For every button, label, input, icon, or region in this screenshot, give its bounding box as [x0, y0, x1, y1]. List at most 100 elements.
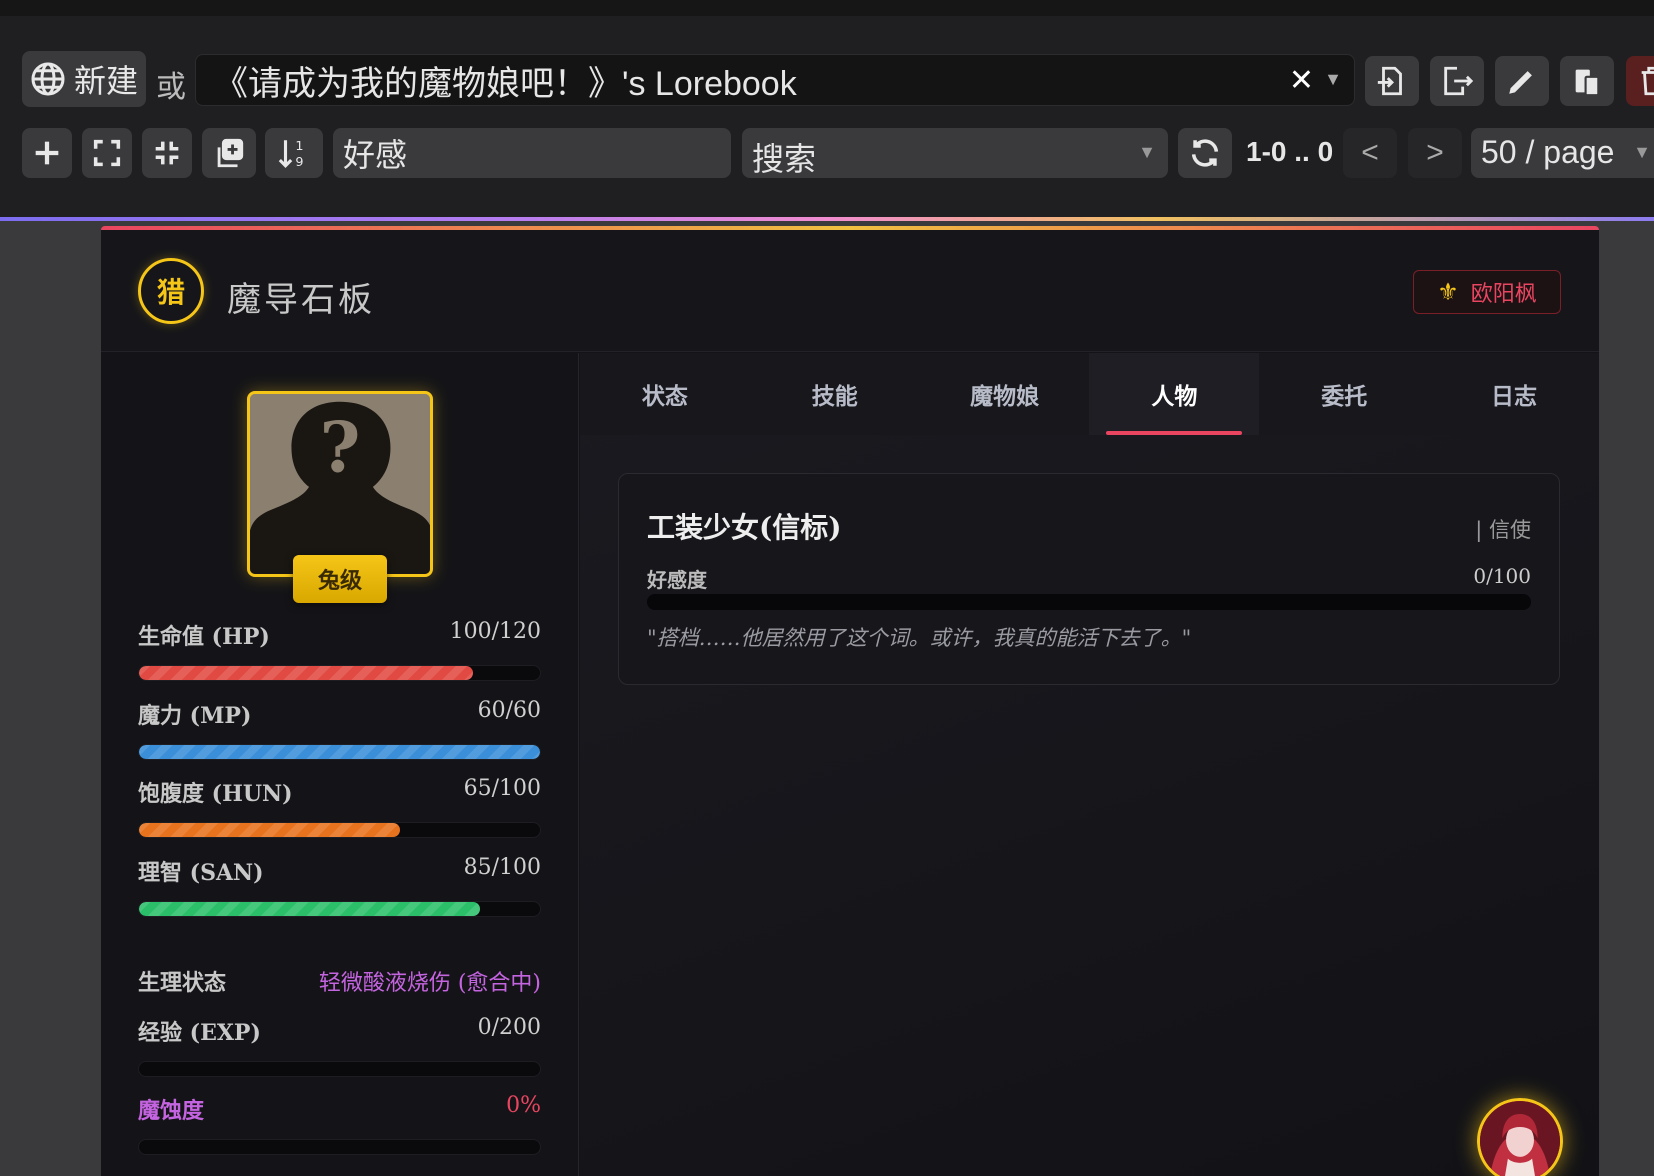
new-lorebook-label: 新建 — [73, 63, 138, 99]
stat-value: 65/100 — [463, 776, 541, 801]
detail-area: 状态 技能 魔物娘 人物 委托 日志 工装少女(信标) | 信使 好感度 0/1… — [580, 353, 1599, 1176]
copy-plus-icon — [217, 138, 244, 168]
mp-bar — [138, 744, 541, 760]
stat-label: 生命值 (HP) — [138, 624, 270, 650]
panel-title: 魔导石板 — [227, 280, 375, 320]
hunter-rank-emblem: 猎 — [138, 258, 204, 324]
condition-label: 生理状态 — [138, 970, 227, 996]
condition-value: 轻微酸液烧伤 (愈合中) — [318, 971, 541, 996]
physical-condition: 生理状态 轻微酸液烧伤 (愈合中) — [138, 965, 541, 997]
svg-text:9: 9 — [295, 155, 303, 170]
tab-characters[interactable]: 人物 — [1089, 353, 1260, 435]
new-lorebook-button[interactable]: 新建 — [22, 51, 146, 107]
chevron-down-icon[interactable]: ▼ — [1324, 69, 1342, 90]
stat-label: 经验 (EXP) — [138, 1020, 261, 1046]
expand-icon — [93, 139, 121, 167]
sanity-bar-fill — [139, 902, 480, 916]
floating-avatar-button[interactable] — [1477, 1098, 1563, 1176]
svg-text:1: 1 — [295, 139, 303, 154]
rank-tag: 兔级 — [293, 555, 387, 603]
chevron-down-icon: ▼ — [1633, 142, 1651, 162]
delete-lorebook-button[interactable] — [1626, 56, 1654, 106]
collapse-all-button[interactable] — [142, 128, 192, 178]
stat-hp: 生命值 (HP) 100/120 — [138, 619, 541, 681]
npc-role: | 信使 — [1475, 518, 1531, 542]
exp-bar — [138, 1061, 541, 1077]
hp-bar — [138, 665, 541, 681]
fill-memos-button[interactable] — [202, 128, 256, 178]
import-button[interactable] — [1365, 56, 1419, 106]
stat-hunger: 饱腹度 (HUN) 65/100 — [138, 776, 541, 838]
refresh-icon — [1191, 139, 1219, 167]
corruption-bar — [138, 1139, 541, 1155]
stat-exp: 经验 (EXP) 0/200 — [138, 1015, 541, 1077]
character-avatar-icon — [1480, 1101, 1560, 1176]
refresh-button[interactable] — [1178, 128, 1232, 178]
affection-value: 0/100 — [1473, 564, 1531, 588]
stat-mp: 魔力 (MP) 60/60 — [138, 698, 541, 760]
globe-icon — [31, 62, 65, 96]
tab-log[interactable]: 日志 — [1429, 353, 1599, 435]
pencil-icon — [1509, 71, 1532, 94]
lorebook-name: 《请成为我的魔物娘吧！》's Lorebook — [214, 64, 797, 103]
compress-icon — [155, 141, 179, 165]
panel-header: 猎 魔导石板 ⚜ 欧阳枫 — [101, 230, 1599, 352]
add-entry-button[interactable] — [22, 128, 72, 178]
unknown-silhouette-icon: ? — [250, 394, 430, 574]
affection-label: 好感度 — [647, 568, 707, 592]
chevron-down-icon: ▼ — [1138, 142, 1156, 162]
stat-value: 100/120 — [449, 619, 541, 644]
hp-bar-fill — [139, 666, 474, 680]
stat-value: 0/200 — [477, 1015, 541, 1040]
tab-skills[interactable]: 技能 — [750, 353, 920, 435]
prev-page-button[interactable]: < — [1343, 128, 1397, 178]
sort-order-button[interactable]: 19 — [265, 128, 323, 178]
page-size-label: 50 / page — [1481, 134, 1615, 170]
file-import-icon — [1377, 66, 1402, 96]
expand-all-button[interactable] — [82, 128, 132, 178]
pagination-range: 1-0 .. 0 — [1246, 136, 1334, 167]
tab-bar: 状态 技能 魔物娘 人物 委托 日志 — [580, 353, 1599, 435]
paste-icon — [1575, 69, 1600, 97]
svg-text:?: ? — [320, 407, 361, 488]
tab-status[interactable]: 状态 — [580, 353, 750, 435]
character-portrait: ? — [247, 391, 433, 577]
player-name-badge: ⚜ 欧阳枫 — [1413, 270, 1561, 314]
player-name: 欧阳枫 — [1470, 282, 1537, 307]
stat-sanity: 理智 (SAN) 85/100 — [138, 855, 541, 917]
stat-value: 0% — [506, 1093, 541, 1118]
sanity-bar — [138, 901, 541, 917]
export-button[interactable] — [1430, 56, 1484, 106]
lorebook-select[interactable]: 《请成为我的魔物娘吧！》's Lorebook ✕ ▼ — [195, 54, 1355, 106]
duplicate-lorebook-button[interactable] — [1560, 56, 1614, 106]
tab-monster-girls[interactable]: 魔物娘 — [920, 353, 1090, 435]
or-label: 或 — [156, 71, 186, 104]
search-mode-label: 搜索 — [752, 141, 817, 177]
fleur-de-lis-icon: ⚜ — [1437, 278, 1459, 306]
magic-slate-panel: 猎 魔导石板 ⚜ 欧阳枫 ? 兔级 生命值 (HP) 100/120 魔力 (M… — [101, 226, 1599, 1176]
page-size-select[interactable]: 50 / page ▼ — [1471, 128, 1654, 178]
character-sheet: ? 兔级 生命值 (HP) 100/120 魔力 (MP) 60/60 饱腹度 … — [101, 353, 579, 1176]
stat-corruption: 魔蚀度 0% — [138, 1093, 541, 1155]
clear-icon[interactable]: ✕ — [1289, 63, 1314, 98]
hunger-bar — [138, 822, 541, 838]
lorebook-toolbar: 新建 或 《请成为我的魔物娘吧！》's Lorebook ✕ ▼ 1 9 好感 … — [0, 0, 1654, 221]
stat-label: 理智 (SAN) — [138, 860, 264, 886]
plus-icon — [35, 141, 59, 165]
npc-quote: "搭档……他居然用了这个词。或许，我真的能活下去了。" — [647, 626, 1192, 650]
hunger-bar-fill — [139, 823, 400, 837]
mp-bar-fill — [139, 745, 540, 759]
file-export-icon — [1444, 66, 1474, 96]
search-mode-select[interactable]: 搜索 ▼ — [742, 128, 1168, 178]
trash-icon — [1641, 66, 1654, 96]
stat-value: 85/100 — [463, 855, 541, 880]
stat-label: 魔蚀度 — [138, 1098, 205, 1124]
stat-label: 饱腹度 (HUN) — [138, 781, 293, 807]
tab-commissions[interactable]: 委托 — [1259, 353, 1429, 435]
next-page-button[interactable]: > — [1408, 128, 1462, 178]
npc-card: 工装少女(信标) | 信使 好感度 0/100 "搭档……他居然用了这个词。或许… — [618, 473, 1560, 685]
filter-input[interactable] — [333, 128, 731, 178]
rename-button[interactable] — [1495, 56, 1549, 106]
npc-name: 工装少女(信标) — [647, 511, 842, 544]
affection-bar — [647, 594, 1531, 610]
